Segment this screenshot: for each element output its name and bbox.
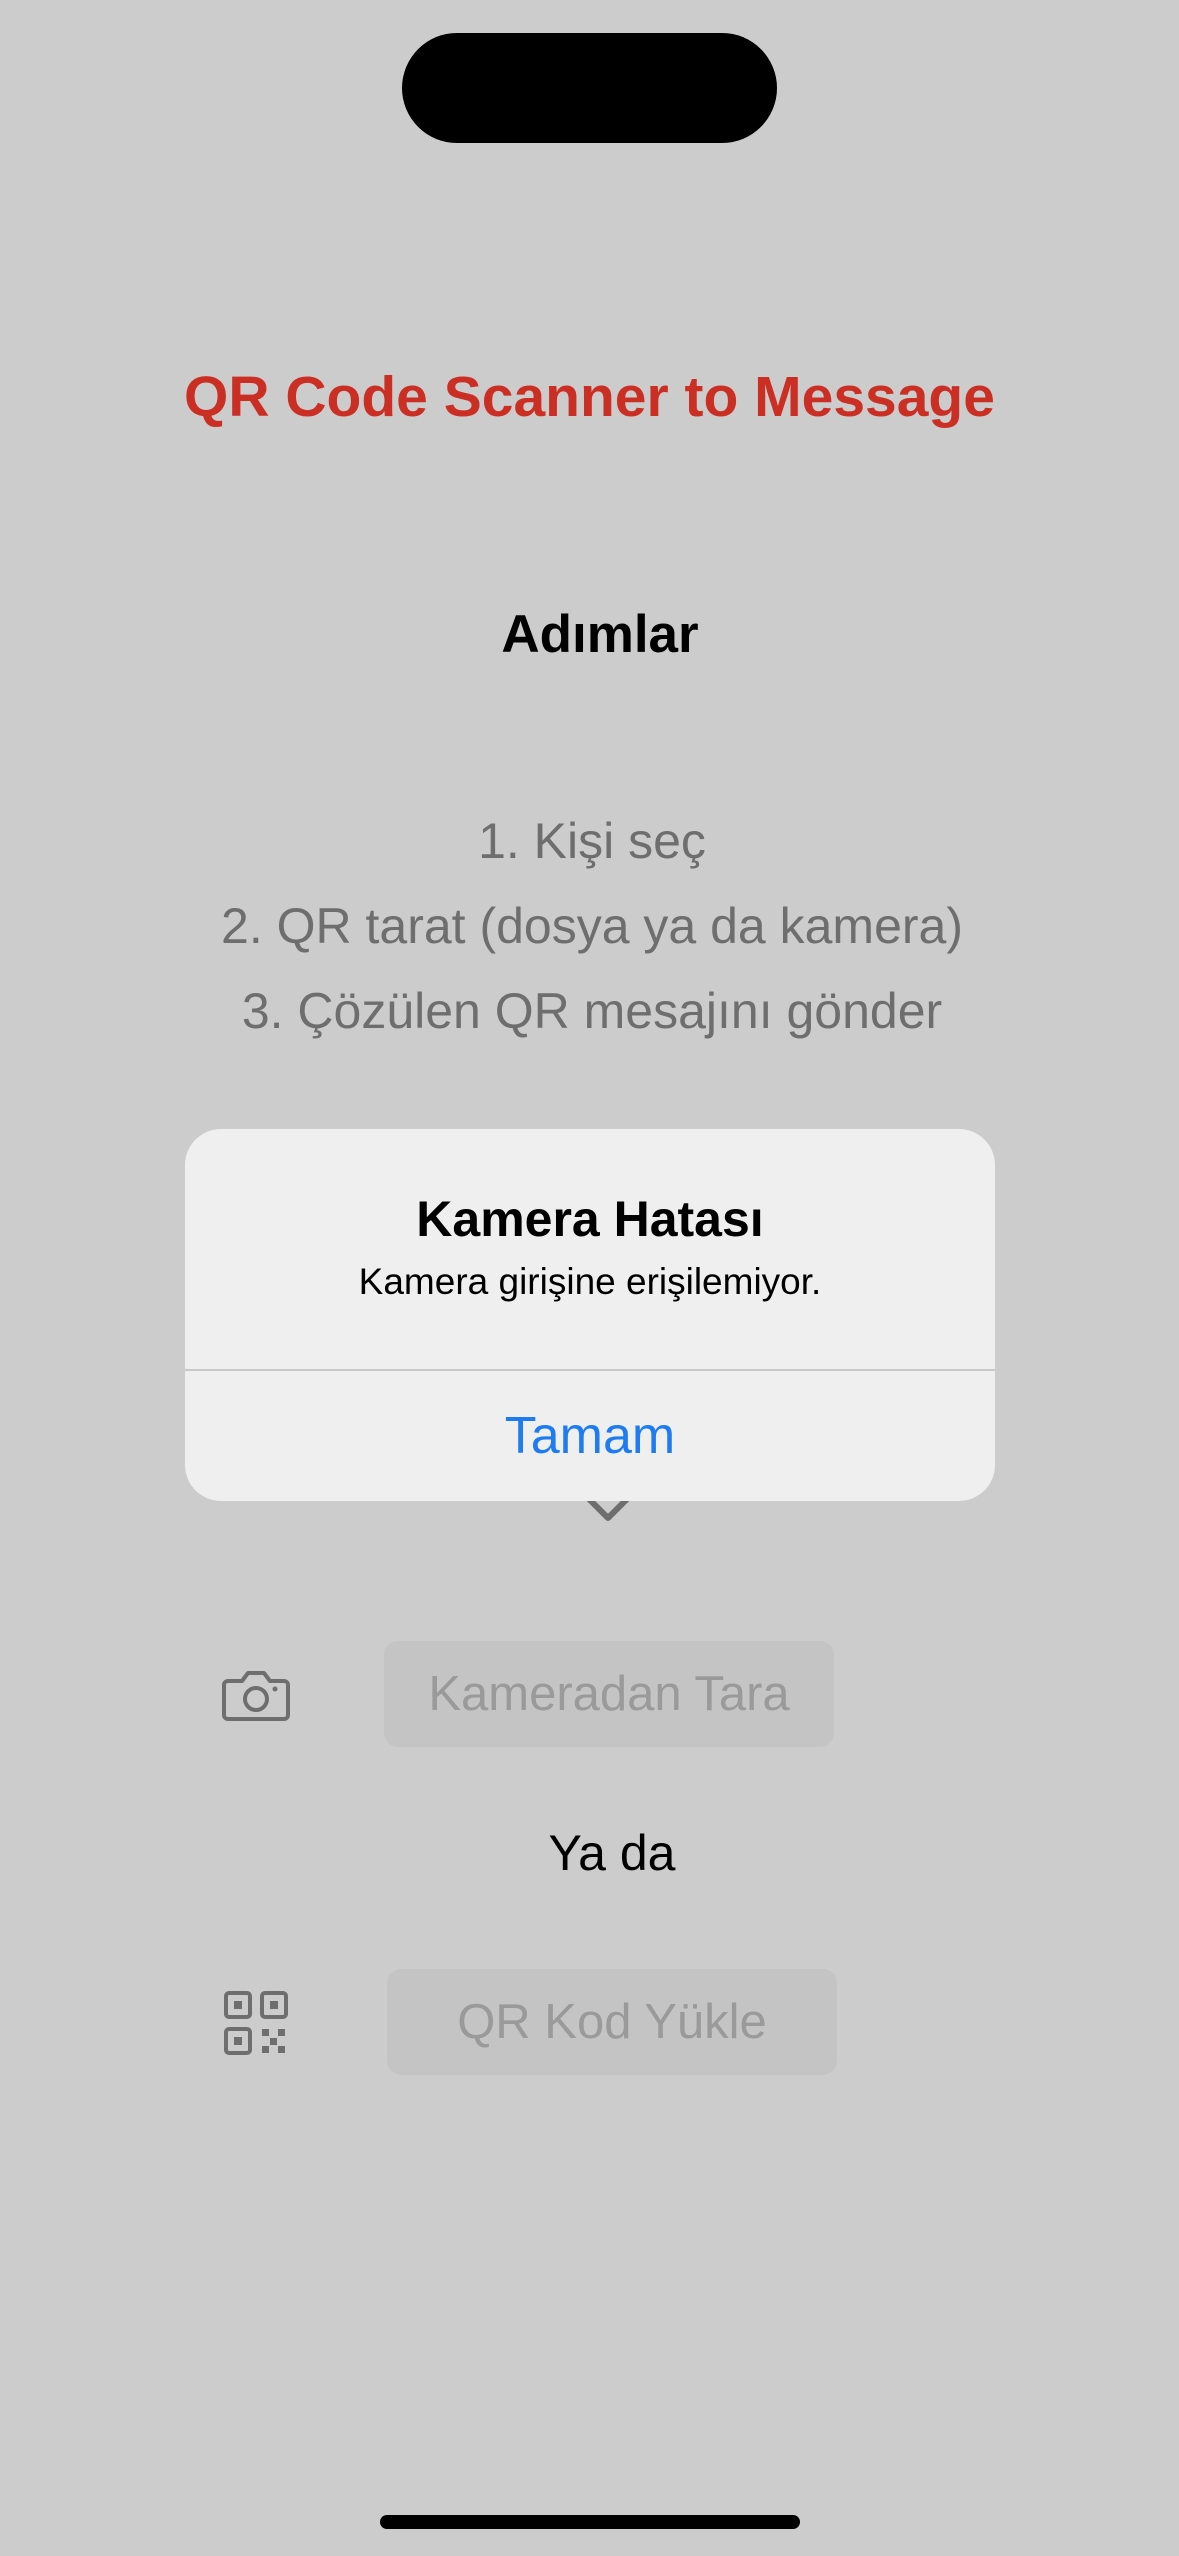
upload-qr-code-button[interactable]: QR Kod Yükle (387, 1969, 837, 2075)
qr-upload-row: QR Kod Yükle (0, 1969, 1179, 2075)
alert-ok-button[interactable]: Tamam (185, 1371, 995, 1501)
step-item-1: 1. Kişi seç (478, 813, 706, 869)
camera-error-alert: Kamera Hatası Kamera girişine erişilemiy… (185, 1129, 995, 1501)
app-screen: QR Code Scanner to Message Adımlar 1. Ki… (0, 0, 1179, 2556)
qr-code-icon (224, 1991, 288, 2055)
steps-list: 1. Kişi seç 2. QR tarat (dosya ya da kam… (0, 806, 1179, 1061)
alert-message: Kamera girişine erişilemiyor. (358, 1261, 822, 1302)
camera-scan-row: Kameradan Tara (0, 1641, 1179, 1747)
app-title: QR Code Scanner to Message (184, 365, 995, 429)
step-item-2: 2. QR tarat (dosya ya da kamera) (221, 898, 963, 954)
alert-title: Kamera Hatası (416, 1191, 764, 1247)
home-indicator[interactable] (380, 2515, 800, 2529)
scan-from-camera-button[interactable]: Kameradan Tara (384, 1641, 834, 1747)
step-item-3: 3. Çözülen QR mesajını gönder (241, 983, 943, 1039)
dynamic-island (402, 33, 777, 143)
or-separator: Ya da (548, 1825, 676, 1881)
steps-heading: Adımlar (501, 605, 699, 664)
camera-icon (222, 1671, 290, 1721)
